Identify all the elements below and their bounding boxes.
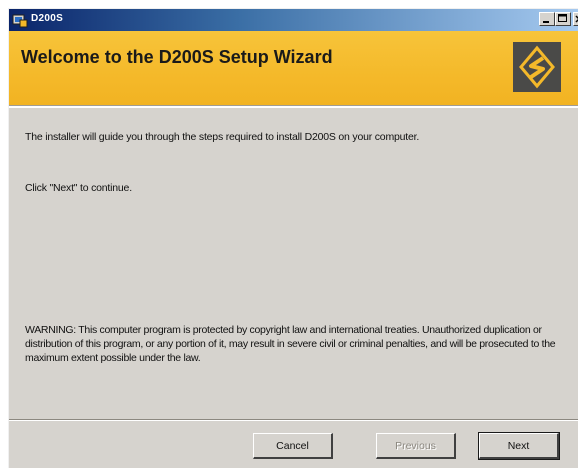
close-button[interactable] [573,12,578,26]
button-separator [9,419,578,421]
continue-hint: Click "Next" to continue. [25,182,132,194]
window-title: D200S [31,13,64,24]
close-icon [575,15,578,23]
maximize-icon [558,14,567,22]
wizard-title: Welcome to the D200S Setup Wizard [21,47,333,67]
minimize-icon [543,21,549,23]
intro-text: The installer will guide you through the… [25,131,420,143]
next-button[interactable]: Next [478,432,560,460]
banner-divider [9,105,578,108]
title-bar[interactable]: D200S [9,9,578,31]
setup-wizard-window: D200S Welcome to the D200S Setup Wizard [8,8,578,468]
wizard-banner: Welcome to the D200S Setup Wizard [9,31,578,105]
s-logo-icon [513,42,561,92]
minimize-button[interactable] [539,12,555,26]
cancel-button[interactable]: Cancel [253,433,333,459]
previous-button[interactable]: Previous [376,433,456,459]
app-icon [12,12,28,28]
copyright-warning: WARNING: This computer program is protec… [25,324,556,364]
maximize-button[interactable] [555,12,571,26]
